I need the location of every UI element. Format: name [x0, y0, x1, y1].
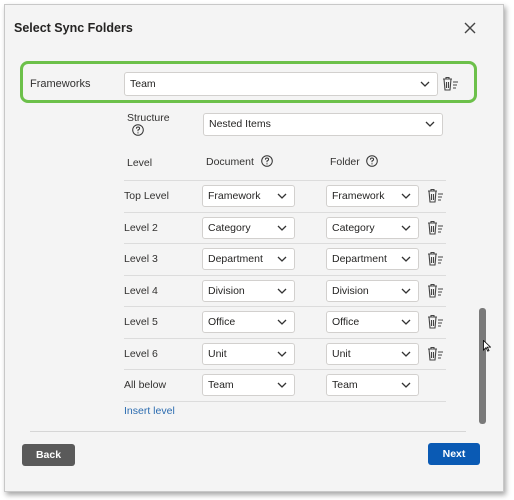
trash-filter-icon[interactable] [441, 76, 459, 92]
row-divider [124, 212, 446, 213]
chevron-down-icon [420, 81, 430, 87]
close-icon[interactable] [462, 20, 478, 36]
document-level-dropdown[interactable]: Team [202, 374, 295, 396]
document-level-dropdown[interactable]: Office [202, 311, 295, 333]
folder-level-dropdown[interactable]: Office [326, 311, 419, 333]
chevron-down-icon [277, 193, 287, 199]
column-header-document: Document [206, 156, 254, 168]
frameworks-value: Team [130, 78, 156, 90]
row-divider [124, 338, 446, 339]
document-level-value: Division [208, 285, 245, 297]
level-label: Level 4 [124, 285, 158, 297]
folder-level-value: Team [332, 379, 358, 391]
row-divider [124, 369, 446, 370]
level-label: Level 6 [124, 348, 158, 360]
chevron-down-icon [277, 319, 287, 325]
chevron-down-icon [401, 319, 411, 325]
document-level-dropdown[interactable]: Category [202, 217, 295, 239]
level-label: Top Level [124, 190, 169, 202]
chevron-down-icon [277, 382, 287, 388]
trash-filter-icon[interactable] [426, 314, 444, 330]
trash-filter-icon[interactable] [426, 188, 444, 204]
frameworks-label: Frameworks [30, 78, 91, 90]
chevron-down-icon [401, 256, 411, 262]
scrollbar-thumb[interactable] [479, 308, 486, 424]
insert-level-link[interactable]: Insert level [124, 405, 175, 417]
document-level-dropdown[interactable]: Division [202, 280, 295, 302]
structure-label: Structure [127, 112, 170, 124]
chevron-down-icon [277, 351, 287, 357]
row-divider [124, 180, 446, 181]
document-level-value: Category [208, 222, 251, 234]
folder-level-dropdown[interactable]: Team [326, 374, 419, 396]
chevron-down-icon [277, 256, 287, 262]
chevron-down-icon [277, 225, 287, 231]
document-level-value: Framework [208, 190, 261, 202]
level-label: Level 2 [124, 222, 158, 234]
document-level-dropdown[interactable]: Framework [202, 185, 295, 207]
column-header-level: Level [127, 157, 153, 169]
folder-level-value: Division [332, 285, 369, 297]
folder-level-dropdown[interactable]: Framework [326, 185, 419, 207]
trash-filter-icon[interactable] [426, 283, 444, 299]
chevron-down-icon [401, 225, 411, 231]
row-divider [124, 275, 446, 276]
row-divider [124, 401, 446, 402]
dialog-title: Select Sync Folders [14, 21, 133, 35]
structure-dropdown[interactable]: Nested Items [203, 113, 443, 136]
document-level-dropdown[interactable]: Department [202, 248, 295, 270]
row-divider [124, 243, 446, 244]
chevron-down-icon [401, 288, 411, 294]
mouse-cursor-icon [483, 340, 491, 352]
help-circle-icon[interactable] [366, 155, 378, 167]
folder-level-value: Department [332, 253, 387, 265]
footer-divider [30, 431, 466, 432]
level-label: Level 3 [124, 253, 158, 265]
folder-level-value: Category [332, 222, 375, 234]
level-label: Level 5 [124, 316, 158, 328]
help-circle-icon[interactable] [261, 155, 273, 167]
document-level-value: Department [208, 253, 263, 265]
document-level-value: Unit [208, 348, 227, 360]
level-label: All below [124, 379, 167, 391]
chevron-down-icon [401, 382, 411, 388]
chevron-down-icon [401, 193, 411, 199]
chevron-down-icon [425, 121, 435, 127]
trash-filter-icon[interactable] [426, 251, 444, 267]
help-circle-icon[interactable] [132, 124, 144, 136]
folder-level-value: Office [332, 316, 360, 328]
trash-filter-icon[interactable] [426, 220, 444, 236]
row-divider [124, 306, 446, 307]
chevron-down-icon [401, 351, 411, 357]
document-level-value: Team [208, 379, 234, 391]
folder-level-dropdown[interactable]: Unit [326, 343, 419, 365]
frameworks-dropdown[interactable]: Team [124, 72, 438, 96]
document-level-value: Office [208, 316, 236, 328]
trash-filter-icon[interactable] [426, 346, 444, 362]
next-button[interactable]: Next [428, 443, 480, 465]
chevron-down-icon [277, 288, 287, 294]
folder-level-dropdown[interactable]: Division [326, 280, 419, 302]
folder-level-value: Framework [332, 190, 385, 202]
folder-level-dropdown[interactable]: Department [326, 248, 419, 270]
folder-level-value: Unit [332, 348, 351, 360]
back-button[interactable]: Back [22, 444, 75, 466]
folder-level-dropdown[interactable]: Category [326, 217, 419, 239]
document-level-dropdown[interactable]: Unit [202, 343, 295, 365]
structure-value: Nested Items [209, 118, 271, 130]
column-header-folder: Folder [330, 156, 360, 168]
